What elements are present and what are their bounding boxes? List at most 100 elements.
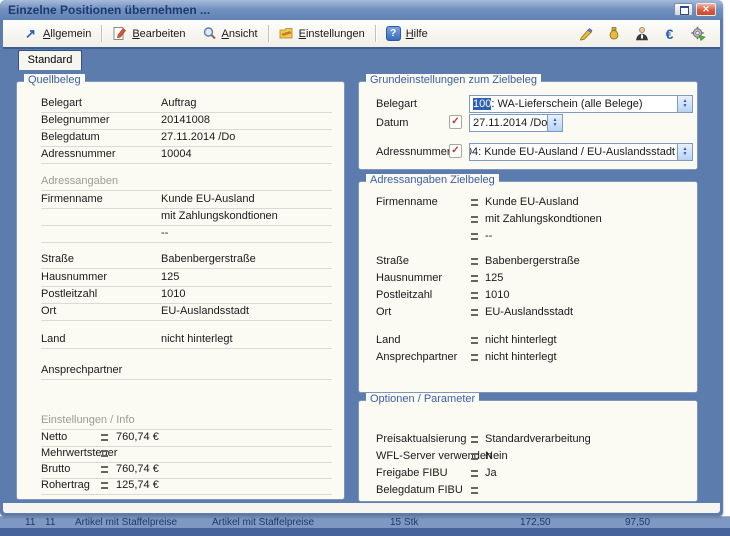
edit-page-icon — [112, 26, 127, 41]
equals-bullet-icon — [471, 337, 478, 344]
equals-bullet-icon — [471, 453, 478, 460]
belegart-selected-text: 100 — [473, 98, 491, 110]
field-label: Belegdatum FIBU — [376, 484, 463, 496]
menu-einstellungen[interactable]: Einstellungen — [271, 24, 373, 43]
datum-apply-checkbox[interactable]: ✓ — [449, 115, 462, 129]
equals-bullet-icon — [471, 436, 478, 443]
field-label: Land — [376, 334, 400, 346]
datum-value: 27.11.2014 /Do — [473, 117, 547, 129]
field-label: Preisaktualsierung — [376, 433, 467, 445]
field-row-wfl-server: WFL-Server verwenden Nein — [376, 448, 687, 465]
menu-allgemein[interactable]: ↗ Allgemein — [15, 24, 99, 43]
field-row-ort: Ort EU-Auslandsstadt — [376, 304, 687, 321]
field-row-belegdatum: Belegdatum 27.11.2014 /Do — [41, 129, 332, 147]
check-icon: ✓ — [451, 145, 459, 156]
field-label: Adressnummer — [41, 148, 116, 160]
section-header-adressangaben: Adressangaben — [41, 173, 332, 191]
field-row-ort: Ort EU-Auslandsstadt — [41, 303, 332, 321]
field-row-belegart: Belegart Auftrag — [41, 95, 332, 113]
equals-bullet-icon — [471, 275, 478, 282]
bg-cell: 11 — [25, 517, 35, 528]
field-row-hausnummer: Hausnummer 125 — [376, 270, 687, 287]
field-value: -- — [485, 228, 492, 244]
field-row-ansprechpartner: Ansprechpartner — [41, 362, 332, 380]
adressnummer-apply-checkbox[interactable]: ✓ — [449, 144, 462, 158]
equals-bullet-icon — [471, 470, 478, 477]
close-button[interactable]: ✕ — [696, 3, 716, 16]
equals-bullet-icon — [471, 487, 478, 494]
field-row-postleitzahl: Postleitzahl 1010 — [376, 287, 687, 304]
field-value: Ja — [485, 465, 497, 481]
equals-bullet-icon — [101, 466, 108, 473]
groupbox-title: Quellbeleg — [24, 74, 85, 86]
belegart-rest-text: : WA-Lieferschein (alle Belege) — [491, 98, 642, 110]
section-header-einstellungen-info: Einstellungen / Info — [41, 412, 332, 430]
equals-bullet-icon — [101, 434, 108, 441]
equals-bullet-icon — [101, 482, 108, 489]
field-value: mit Zahlungskondtionen — [485, 211, 602, 227]
pen-icon[interactable] — [577, 26, 594, 42]
equals-bullet-icon — [471, 309, 478, 316]
field-row-firmenname3: -- — [376, 228, 687, 245]
groupbox-quellbeleg: Quellbeleg Belegart Auftrag Belegnummer … — [16, 81, 345, 500]
gear-refresh-icon[interactable] — [689, 26, 706, 42]
field-value: -- — [161, 225, 168, 241]
field-label: Brutto — [41, 463, 70, 475]
bg-cell: 172,50 — [520, 517, 551, 528]
belegart-combobox[interactable]: 100 : WA-Lieferschein (alle Belege) ▲▼ — [469, 95, 693, 113]
menu-bearbeiten[interactable]: Bearbeiten — [104, 24, 193, 43]
menu-label: Ansicht — [222, 28, 258, 40]
field-label: Hausnummer — [41, 271, 107, 283]
person-icon[interactable] — [633, 26, 650, 42]
spin-down-icon: ▼ — [683, 104, 688, 109]
equals-bullet-icon — [471, 216, 478, 223]
datum-spinner[interactable]: ▲▼ — [547, 115, 562, 131]
groupbox-title: Adressangaben Zielbeleg — [366, 174, 499, 186]
restore-icon — [680, 6, 689, 15]
adressnummer-value: 10004: Kunde EU-Ausland / EU-Auslandssta… — [469, 146, 675, 158]
background-window-edge — [0, 528, 730, 536]
field-value: 125 — [161, 269, 179, 285]
content-area: Standard Quellbeleg Belegart Auftrag Bel… — [3, 49, 720, 504]
toolbar-separator — [268, 25, 269, 42]
field-value: 125 — [485, 270, 503, 286]
field-value: Auftrag — [161, 95, 196, 111]
window-title: Einzelne Positionen übernehmen ... — [8, 3, 210, 17]
field-value: Nein — [485, 448, 508, 464]
field-row-firmenname2: mit Zahlungskondtionen — [376, 211, 687, 228]
groupbox-title: Grundeinstellungen zum Zielbeleg — [366, 74, 541, 86]
dialog-bottom-strip — [3, 503, 720, 513]
field-label: Ansprechpartner — [376, 351, 457, 363]
field-value: 760,74 € — [116, 461, 159, 477]
field-label: Ort — [376, 306, 391, 318]
field-row-land: Land nicht hinterlegt — [376, 332, 687, 349]
adressnummer-combobox[interactable]: 10004: Kunde EU-Ausland / EU-Auslandssta… — [469, 143, 693, 161]
tab-standard[interactable]: Standard — [18, 50, 82, 70]
datum-combobox[interactable]: 27.11.2014 /Do ▲▼ — [469, 114, 563, 132]
field-row-land: Land nicht hinterlegt — [41, 331, 332, 349]
bg-cell: 97,50 — [625, 517, 650, 528]
field-row-hausnummer: Hausnummer 125 — [41, 269, 332, 287]
field-value: nicht hinterlegt — [161, 331, 233, 347]
field-label: Land — [41, 333, 65, 345]
field-value: EU-Auslandsstadt — [485, 304, 573, 320]
adressnummer-spinner[interactable]: ▲▼ — [677, 144, 692, 160]
field-row-postleitzahl: Postleitzahl 1010 — [41, 286, 332, 304]
menu-ansicht[interactable]: Ansicht — [194, 24, 266, 43]
groupbox-grundeinstellungen: Grundeinstellungen zum Zielbeleg Belegar… — [358, 81, 698, 170]
field-row-strasse: Straße Babenbergerstraße — [41, 251, 332, 269]
equals-bullet-icon — [471, 354, 478, 361]
title-bar[interactable]: Einzelne Positionen übernehmen ... ✕ — [0, 0, 723, 20]
groupbox-optionen-parameter: Optionen / Parameter Preisaktualsierung … — [358, 400, 698, 502]
menu-label: Hilfe — [406, 28, 428, 40]
menu-hilfe[interactable]: ? Hilfe — [378, 24, 436, 43]
groupbox-adressangaben-zielbeleg: Adressangaben Zielbeleg Firmenname Kunde… — [358, 181, 698, 393]
menu-label: Allgemein — [43, 28, 91, 40]
field-label: Ansprechpartner — [41, 364, 122, 376]
money-bag-icon[interactable] — [605, 26, 622, 42]
toolbar: ↗ Allgemein Bearbeiten Ansicht Einstellu… — [3, 20, 720, 47]
restore-button[interactable] — [674, 3, 693, 16]
toolbar-separator — [375, 25, 376, 42]
belegart-spinner[interactable]: ▲▼ — [677, 96, 692, 112]
euro-icon[interactable]: € — [661, 26, 678, 42]
